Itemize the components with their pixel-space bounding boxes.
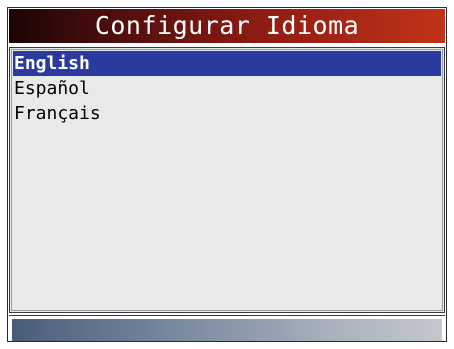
language-option-espanol[interactable]: Español bbox=[13, 76, 441, 101]
bottom-gradient-bar bbox=[12, 319, 442, 341]
language-list: English Español Français bbox=[13, 51, 441, 126]
language-list-panel: English Español Français bbox=[9, 47, 445, 313]
screen-title: Configurar Idioma bbox=[9, 9, 445, 43]
bottom-status-bar bbox=[9, 315, 445, 341]
scan-tool-screen: Configurar Idioma English Español França… bbox=[7, 7, 447, 342]
language-option-francais[interactable]: Français bbox=[13, 101, 441, 126]
language-option-english[interactable]: English bbox=[13, 51, 441, 76]
